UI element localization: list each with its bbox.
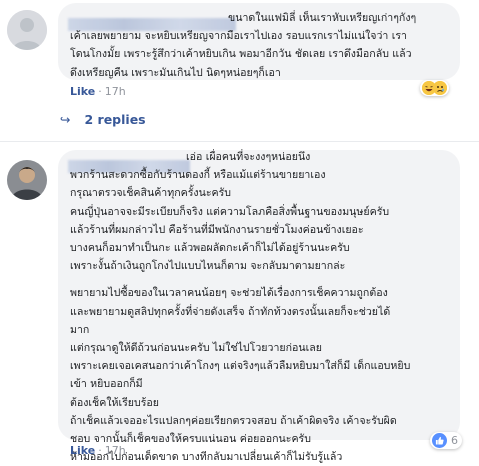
reaction-count: 6	[451, 434, 458, 447]
comment-text-line: คนญี่ปุ่นอาจจะมีระเบียบก็จริง แต่ความโลภ…	[70, 205, 390, 218]
comment-text-line: ดึงเหรียญคืน เพราะมันเกินไป นิดๆหน่อยๆก็…	[70, 66, 281, 79]
comment-text-line: พวกร้านสะดวกซื้อกับร้านดองกี้ หรือแม้แต่…	[70, 169, 326, 182]
view-replies-link[interactable]: ↪ 2 replies	[60, 112, 146, 127]
comment-text-line: บางคนก็อมาทำเป็นกะ แล้วพอผลัดกะเค้าก็ไม่…	[70, 242, 350, 255]
comment-bubble: ขนาดในแฟมิลี่ เห็นเราหับเหรียญเก่าๆกังๆ …	[58, 3, 460, 80]
comment-text-line: เพราะงั้นถ้าเงินถูกโกงไปแบบไหนก็ตาม จะกล…	[70, 260, 346, 273]
reaction-summary[interactable]: 6	[430, 432, 462, 449]
comment-text-line: และพยายามดูสลิปทุกครั้งที่จ่ายดังเสร็จ ถ…	[70, 305, 391, 318]
comment-divider	[0, 141, 479, 142]
comment-text-line: ถ้าเช็คแล้วเจออะไรแปลกๆค่อยเรียกตรวจสอบ …	[70, 414, 397, 427]
reply-arrow-icon: ↪	[60, 112, 71, 127]
like-thumb-icon	[432, 433, 447, 448]
comment-text-line: ห้ามออกไปก่อนเด็ดขาด บางทีกลับมาเปลี่ยนเ…	[70, 451, 343, 464]
avatar-silhouette-icon	[7, 10, 47, 50]
replies-count-label: 2 replies	[84, 112, 146, 127]
comment-text-line: ต้องเช็คให้เรียบร้อย	[70, 396, 159, 409]
comment-text-line: ชอบ จากนั้นก็เช็คของให้ครบแน่นอน ค่อยออก…	[70, 433, 311, 446]
comment-text-line	[70, 275, 456, 284]
comment-actions: Like · 17h	[70, 85, 126, 98]
comment-timestamp[interactable]: 17h	[105, 444, 126, 457]
like-link[interactable]: Like	[70, 444, 95, 457]
comment-text-line: พยายามไปซื้อของในเวลาคนน้อยๆ จะช่วยได้เร…	[70, 287, 388, 300]
comment-actions: Like · 17h	[70, 444, 126, 457]
comment-bubble: เอ่อ เผื่อคนที่จะงงๆหน่อยนึง พวกร้านสะดว…	[58, 150, 460, 463]
comment-text-line: เอ่อ เผื่อคนที่จะงงๆหน่อยนึง	[186, 151, 311, 163]
comment-text-line: แต่กรุณาดูให้ดีถ้วนก่อนนะครับ ไม่ใช่ไปโว…	[70, 342, 322, 355]
commenter-avatar[interactable]	[7, 160, 47, 200]
comment-text-line: กรุณาตรวจเช็คสินค้าทุกครั้งนะครับ	[70, 187, 232, 200]
like-link[interactable]: Like	[70, 85, 95, 98]
comment-text-line: แล้วร้านที่ผมกล่าวไป คือร้านที่มีพนักงาน…	[70, 223, 364, 236]
sad-emoji-icon	[433, 81, 447, 95]
comment-timestamp[interactable]: 17h	[105, 85, 126, 98]
comment-text-line: โดนโกงมั้ย เพราะรู้สึกว่าเค้าหยิบเกิน พอ…	[70, 48, 412, 61]
comment-text-line: เค้าเลยพยายาม จะหยิบเหรียญจากมือเราไปเอง…	[70, 30, 407, 43]
comment-text-line: มาก	[70, 323, 90, 336]
avatar-photo-icon	[7, 160, 47, 200]
comment-text-line: ขนาดในแฟมิลี่ เห็นเราหับเหรียญเก่าๆกังๆ	[228, 12, 417, 24]
reaction-summary[interactable]	[420, 80, 449, 96]
comment-text-line: เข้า หยิบออกก็มี	[70, 378, 143, 391]
comment-text-line: เพราะเคยเจอเคสนอกว่าเค้าโกงๆ แต่จริงๆแล้…	[70, 360, 411, 373]
commenter-avatar[interactable]	[7, 10, 47, 50]
